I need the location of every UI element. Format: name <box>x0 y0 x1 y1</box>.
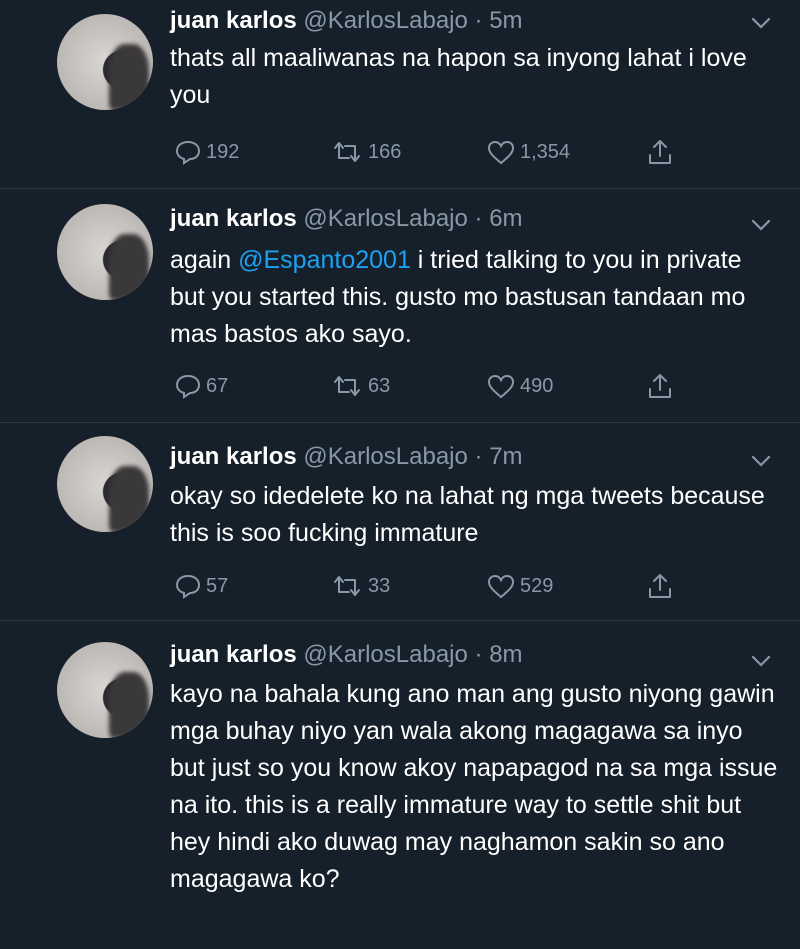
timestamp[interactable]: 8m <box>489 641 522 668</box>
retweet-button[interactable]: 63 <box>330 368 390 404</box>
retweet-count: 166 <box>368 140 402 163</box>
retweet-icon <box>334 142 360 162</box>
reply-count: 192 <box>206 140 240 163</box>
avatar[interactable] <box>57 642 153 738</box>
tweet-actions: 192 166 1,354 <box>170 134 710 170</box>
user-handle[interactable]: @KarlosLabajo <box>303 205 467 232</box>
tweet[interactable]: juan karlos @KarlosLabajo · 6m again @Es… <box>0 188 800 423</box>
separator: · <box>474 205 483 232</box>
timestamp[interactable]: 7m <box>489 443 522 470</box>
avatar[interactable] <box>57 436 153 532</box>
user-handle[interactable]: @KarlosLabajo <box>303 641 467 668</box>
reply-icon <box>175 374 201 399</box>
tweet-text: again @Espanto2001 i tried talking to yo… <box>170 242 780 353</box>
share-button[interactable] <box>646 568 678 604</box>
tweet-text: thats all maaliwanas na hapon sa inyong … <box>170 40 780 114</box>
retweet-count: 33 <box>368 574 391 597</box>
like-count: 490 <box>520 374 554 397</box>
separator: · <box>474 641 483 668</box>
tweet-actions: 67 63 490 <box>170 368 710 404</box>
reply-icon <box>175 140 201 165</box>
avatar[interactable] <box>57 204 153 300</box>
chevron-down-icon[interactable] <box>750 450 772 472</box>
share-icon <box>649 140 671 164</box>
tweet[interactable]: juan karlos @KarlosLabajo · 7m okay so i… <box>0 422 800 621</box>
tweet[interactable]: juan karlos @KarlosLabajo · 8m kayo na b… <box>0 620 800 949</box>
like-button[interactable]: 1,354 <box>486 134 570 170</box>
chevron-down-icon[interactable] <box>750 12 772 34</box>
tweet-text: okay so idedelete ko na lahat ng mga twe… <box>170 478 780 552</box>
user-handle[interactable]: @KarlosLabajo <box>303 443 467 470</box>
share-icon <box>649 374 671 398</box>
tweet-text-body: again <box>170 246 239 274</box>
timestamp[interactable]: 5m <box>489 7 522 34</box>
tweet-actions: 57 33 529 <box>170 568 710 604</box>
tweet-text-body: okay so idedelete ko na lahat ng mga twe… <box>170 482 765 547</box>
tweet-feed: juan karlos @KarlosLabajo · 5m thats all… <box>0 0 800 949</box>
reply-icon <box>175 574 201 599</box>
separator: · <box>474 443 483 470</box>
like-count: 1,354 <box>520 140 571 163</box>
reply-button[interactable]: 67 <box>174 368 228 404</box>
retweet-count: 63 <box>368 374 391 397</box>
avatar[interactable] <box>57 14 153 110</box>
chevron-down-icon[interactable] <box>750 214 772 236</box>
share-button[interactable] <box>646 134 678 170</box>
like-button[interactable]: 490 <box>486 368 553 404</box>
chevron-down-icon[interactable] <box>750 650 772 672</box>
tweet-header: juan karlos @KarlosLabajo · 6m <box>170 204 523 238</box>
display-name[interactable]: juan karlos <box>170 7 297 34</box>
tweet-header: juan karlos @KarlosLabajo · 5m <box>170 6 523 40</box>
like-count: 529 <box>520 574 554 597</box>
retweet-icon <box>334 576 360 596</box>
reply-button[interactable]: 192 <box>174 134 239 170</box>
retweet-button[interactable]: 166 <box>330 134 401 170</box>
share-icon <box>649 574 671 598</box>
like-icon <box>487 374 515 399</box>
user-handle[interactable]: @KarlosLabajo <box>303 7 467 34</box>
like-icon <box>487 140 515 165</box>
tweet-header: juan karlos @KarlosLabajo · 8m <box>170 640 523 674</box>
retweet-button[interactable]: 33 <box>330 568 390 604</box>
reply-button[interactable]: 57 <box>174 568 228 604</box>
display-name[interactable]: juan karlos <box>170 443 297 470</box>
tweet-text: kayo na bahala kung ano man ang gusto ni… <box>170 676 780 898</box>
retweet-icon <box>334 376 360 396</box>
separator: · <box>474 7 483 34</box>
mention-link[interactable]: @Espanto2001 <box>238 246 411 274</box>
share-button[interactable] <box>646 368 678 404</box>
tweet-text-body: kayo na bahala kung ano man ang gusto ni… <box>170 680 778 893</box>
display-name[interactable]: juan karlos <box>170 641 297 668</box>
like-button[interactable]: 529 <box>486 568 553 604</box>
reply-count: 67 <box>206 374 229 397</box>
like-icon <box>487 574 515 599</box>
display-name[interactable]: juan karlos <box>170 205 297 232</box>
tweet-text-body: thats all maaliwanas na hapon sa inyong … <box>170 44 747 109</box>
timestamp[interactable]: 6m <box>489 205 522 232</box>
tweet-header: juan karlos @KarlosLabajo · 7m <box>170 442 523 476</box>
reply-count: 57 <box>206 574 229 597</box>
tweet[interactable]: juan karlos @KarlosLabajo · 5m thats all… <box>0 0 800 189</box>
